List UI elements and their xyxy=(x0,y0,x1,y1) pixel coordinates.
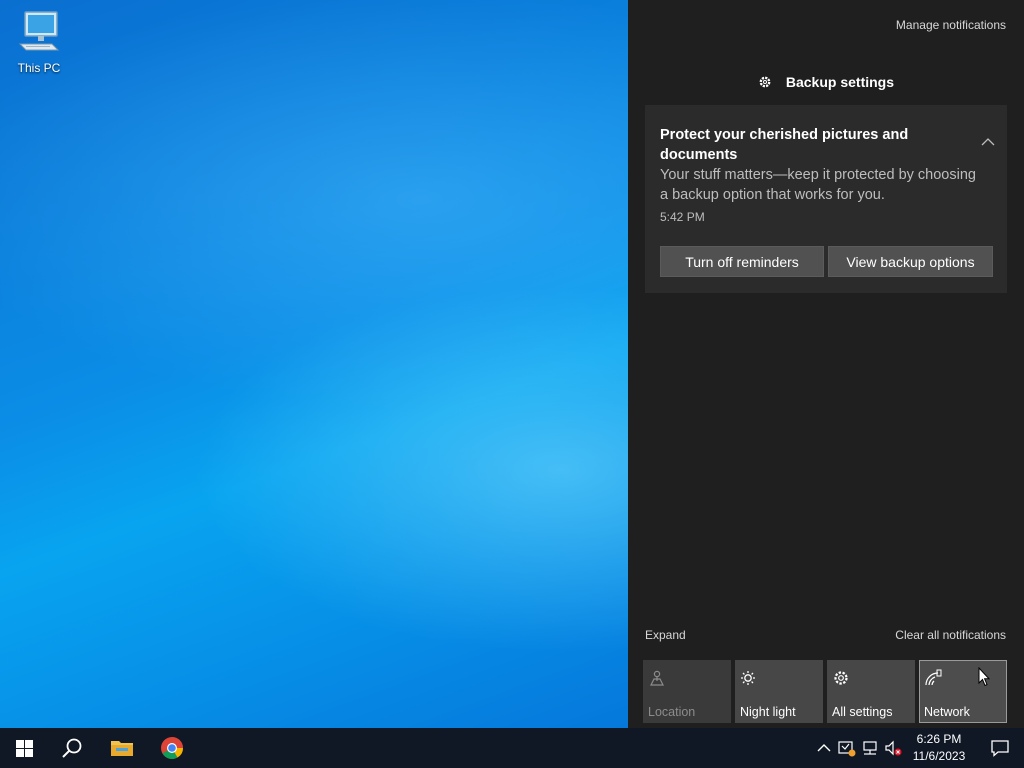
windows-security-icon[interactable] xyxy=(837,738,857,758)
group-title: Backup settings xyxy=(785,74,895,90)
chrome-icon xyxy=(161,737,183,759)
turn-off-reminders-button[interactable]: Turn off reminders xyxy=(660,246,824,277)
quick-action-network[interactable]: Network xyxy=(919,660,1007,723)
notification-icon xyxy=(991,740,1009,757)
toast-title: Protect your cherished pictures and docu… xyxy=(660,127,909,163)
file-explorer-taskbar-button[interactable] xyxy=(98,728,146,768)
manage-notifications-link[interactable]: Manage notifications xyxy=(896,18,1006,32)
quick-action-label: All settings xyxy=(832,705,893,719)
gear-icon xyxy=(759,76,771,88)
backup-notification-card[interactable]: Protect your cherished pictures and docu… xyxy=(645,105,1007,293)
clear-all-notifications-link[interactable]: Clear all notifications xyxy=(895,628,1006,642)
taskbar-clock[interactable]: 6:26 PM 11/6/2023 xyxy=(908,731,970,765)
gear-icon xyxy=(834,671,848,685)
network-icon xyxy=(925,669,942,686)
quick-action-label: Night light xyxy=(740,705,796,719)
mouse-cursor-icon xyxy=(978,667,990,687)
file-explorer-icon xyxy=(111,741,133,756)
notification-group-header[interactable]: Backup settings xyxy=(628,74,1024,90)
quick-action-all-settings[interactable]: All settings xyxy=(827,660,915,723)
this-pc-desktop-icon[interactable]: This PC xyxy=(10,8,68,75)
chevron-up-icon[interactable] xyxy=(981,137,995,147)
search-button[interactable] xyxy=(48,728,96,768)
network-icon[interactable] xyxy=(861,738,881,758)
chevron-up-icon[interactable] xyxy=(814,738,834,758)
start-button[interactable] xyxy=(0,728,48,768)
action-center-panel: Manage notifications Backup settings Pro… xyxy=(628,0,1024,728)
quick-action-label: Network xyxy=(924,705,970,719)
action-center-button[interactable] xyxy=(976,728,1024,768)
clock-time: 6:26 PM xyxy=(916,732,962,746)
clock-date: 11/6/2023 xyxy=(912,749,966,763)
chrome-taskbar-button[interactable] xyxy=(148,728,196,768)
search-icon xyxy=(62,738,82,758)
expand-link[interactable]: Expand xyxy=(645,628,686,642)
volume-muted-icon[interactable] xyxy=(884,738,904,758)
toast-body: Your stuff matters—keep it protected by … xyxy=(660,167,976,203)
this-pc-icon xyxy=(18,11,60,51)
night-light-icon xyxy=(741,671,755,685)
quick-action-location[interactable]: Location xyxy=(643,660,731,723)
view-backup-options-button[interactable]: View backup options xyxy=(828,246,993,277)
taskbar: 6:26 PM 11/6/2023 xyxy=(0,728,1024,768)
location-icon xyxy=(650,670,664,686)
quick-action-label: Location xyxy=(648,705,696,719)
toast-timestamp: 5:42 PM xyxy=(660,210,705,224)
start-icon xyxy=(15,739,33,757)
quick-action-night-light[interactable]: Night light xyxy=(735,660,823,723)
this-pc-label: This PC xyxy=(17,61,61,75)
desktop: This PC xyxy=(0,0,628,728)
